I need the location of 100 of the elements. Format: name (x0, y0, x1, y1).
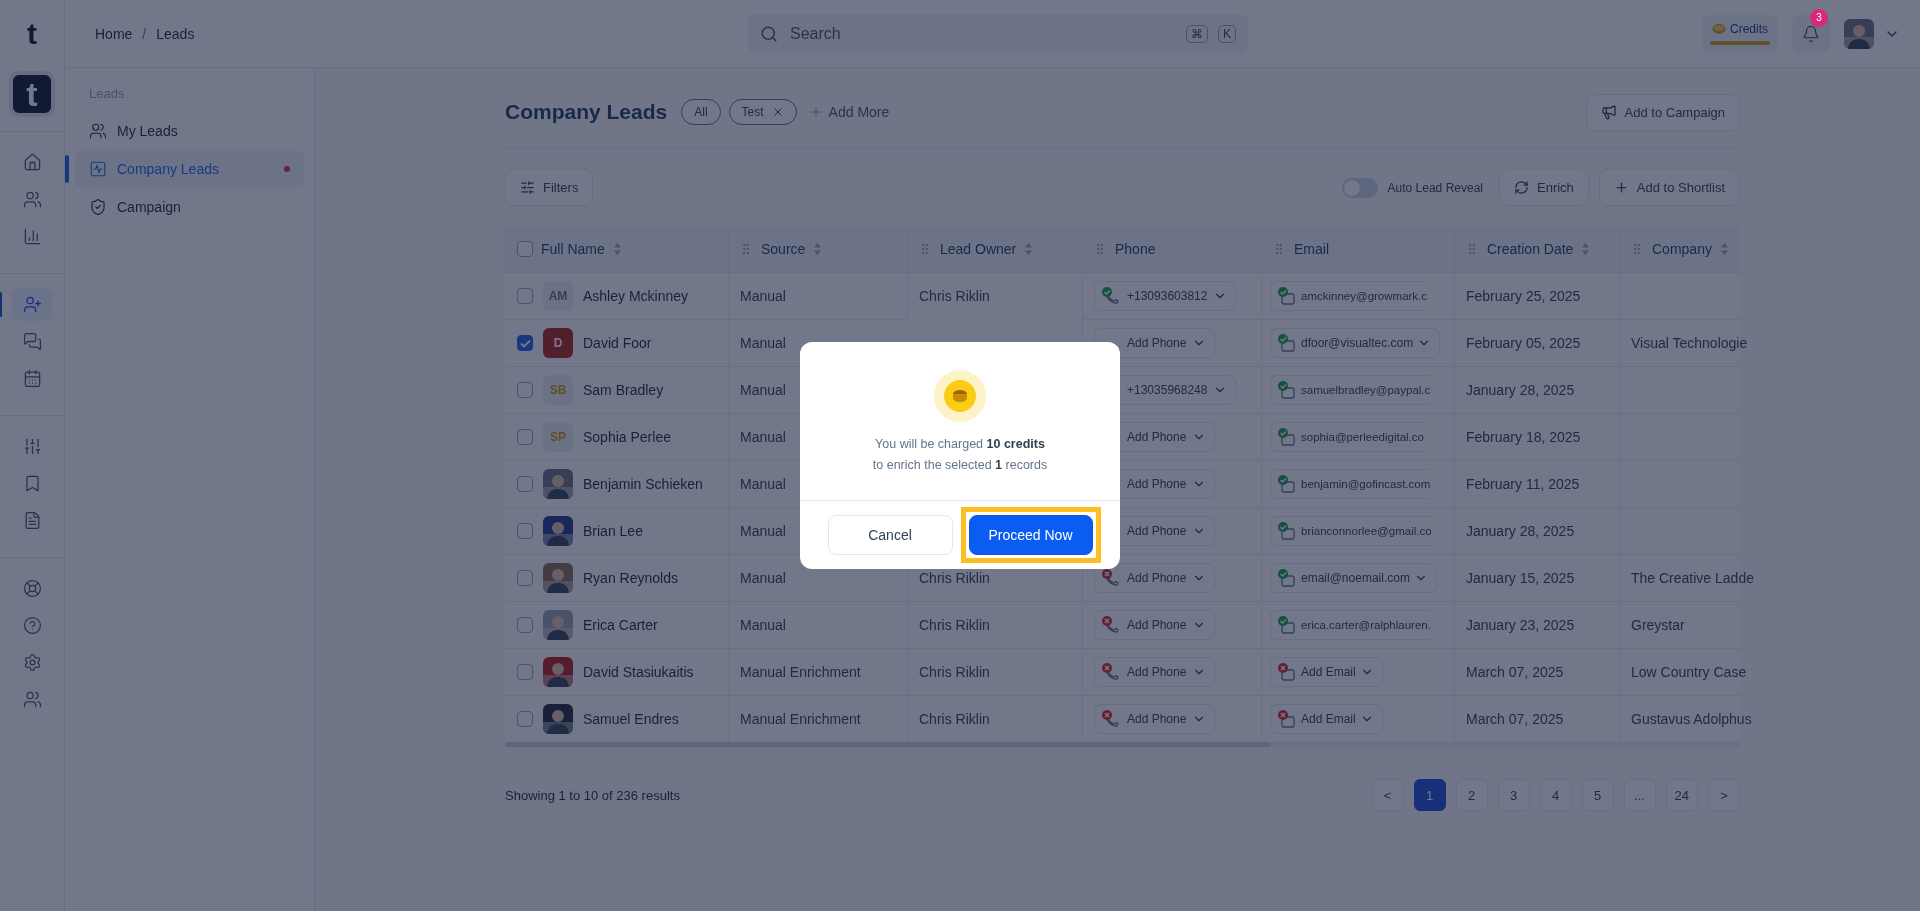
filter-chip[interactable]: All (681, 99, 721, 125)
page-button[interactable]: 4 (1539, 779, 1572, 811)
checkbox[interactable] (517, 241, 533, 257)
phone-dropdown[interactable]: Add Phone (1094, 563, 1216, 593)
avatar-initials: SB (543, 375, 573, 405)
email-dropdown[interactable]: Add Email (1270, 657, 1383, 687)
table-cell: Manual (740, 335, 786, 351)
table-cell: Manual (740, 476, 786, 492)
add-more-button[interactable]: Add More (804, 104, 894, 120)
workspace-logo[interactable]: t (9, 71, 55, 117)
email-dropdown[interactable]: brianconnorlee@gmail.co (1270, 516, 1432, 546)
phone-dropdown[interactable]: Add Phone (1094, 328, 1216, 358)
proceed-button[interactable]: Proceed Now (968, 515, 1093, 555)
bell-icon (1802, 24, 1820, 43)
table-cell: Chris Riklin (919, 711, 990, 727)
table-cell: Chris Riklin (919, 617, 990, 633)
credits-button[interactable]: Credits (1702, 14, 1778, 53)
lead-name: Brian Lee (583, 523, 643, 539)
lead-name: Sophia Perlee (583, 429, 671, 445)
email-dropdown[interactable]: sophia@perleedigital.co (1270, 422, 1424, 452)
column-title: Phone (1115, 241, 1156, 257)
sliders-icon (520, 180, 535, 195)
lead-name: Ashley Mckinney (583, 288, 689, 304)
table-cell: January 15, 2025 (1466, 570, 1575, 586)
enrich-button[interactable]: Enrich (1499, 169, 1589, 206)
filters-button[interactable]: Filters (505, 169, 594, 206)
add-to-campaign-button[interactable]: Add to Campaign (1585, 93, 1740, 131)
email-dropdown[interactable]: erica.carter@ralphlauren. (1270, 610, 1431, 640)
plus-icon (1613, 180, 1629, 195)
lead-name: Benjamin Schieken (583, 476, 703, 492)
checkbox[interactable] (517, 476, 533, 492)
breadcrumb-link[interactable]: Leads (156, 25, 195, 42)
cancel-button[interactable]: Cancel (827, 515, 953, 555)
breadcrumb-link[interactable]: Home (95, 25, 133, 42)
lead-name: Ryan Reynolds (583, 570, 678, 586)
phone-dropdown[interactable]: Add Phone (1094, 657, 1216, 687)
table-cell: Greystar (1631, 617, 1685, 633)
lead-name: David Stasiukaitis (583, 664, 694, 680)
table-cell: Manual (740, 382, 786, 398)
email-dropdown[interactable]: amckinney@growmark.c (1270, 281, 1428, 311)
page-button[interactable]: 1 (1413, 779, 1446, 811)
checkbox[interactable] (517, 335, 533, 351)
table-cell: Manual (740, 429, 786, 445)
table-cell: January 28, 2025 (1466, 382, 1575, 398)
table-cell: The Creative Ladde (1631, 570, 1754, 586)
phone-dropdown[interactable]: +13093603812 (1094, 281, 1237, 311)
table-cell: Gustavus Adolphus (1631, 711, 1752, 727)
previous-page-button[interactable]: < (1371, 779, 1404, 811)
column-title: Creation Date (1487, 241, 1574, 257)
page-button[interactable]: 5 (1581, 779, 1614, 811)
email-dropdown[interactable]: Add Email (1270, 704, 1383, 734)
table-cell: Manual Enrichment (740, 711, 861, 727)
checkbox[interactable] (517, 617, 533, 633)
email-dropdown[interactable]: benjamin@gofincast.com (1270, 469, 1431, 499)
page-button[interactable]: 24 (1665, 779, 1698, 811)
checkbox[interactable] (517, 523, 533, 539)
email-dropdown[interactable]: samuelbradley@paypal.c (1270, 375, 1431, 405)
sort-icon[interactable] (1581, 242, 1591, 256)
sidebar-item[interactable]: Campaign (75, 189, 304, 225)
avatar-initials: D (543, 328, 573, 358)
email-dropdown[interactable]: email@noemail.com (1270, 563, 1437, 593)
page-button[interactable]: ... (1623, 779, 1656, 811)
table-cell: Manual (740, 523, 786, 539)
coin-icon (934, 370, 986, 422)
sort-icon[interactable] (1719, 242, 1729, 256)
megaphone-icon (1600, 104, 1617, 120)
page-title: Company Leads (505, 100, 668, 124)
filter-chip[interactable]: Test (728, 99, 797, 125)
add-to-shortlist-button[interactable]: Add to Shortlist (1598, 169, 1740, 206)
sidebar-item[interactable]: My Leads (75, 113, 304, 149)
email-dropdown[interactable]: dfoor@visualtec.com (1270, 328, 1441, 358)
breadcrumb-separator: / (142, 25, 147, 42)
checkbox[interactable] (517, 570, 533, 586)
search-icon (760, 24, 778, 43)
shortcut-key: K (1218, 24, 1236, 43)
page-button[interactable]: 2 (1455, 779, 1488, 811)
app-logo[interactable]: t (27, 0, 37, 68)
table-cell: Chris Riklin (919, 664, 990, 680)
column-title: Source (761, 241, 806, 257)
page-button[interactable]: 3 (1497, 779, 1530, 811)
next-page-button[interactable]: > (1708, 779, 1740, 811)
lead-name: Erica Carter (583, 617, 658, 633)
phone-dropdown[interactable]: Add Phone (1094, 610, 1216, 640)
checkbox[interactable] (517, 711, 533, 727)
search-bar[interactable]: Search ⌘ K (748, 14, 1248, 53)
user-plus-icon[interactable] (12, 288, 52, 321)
sort-icon[interactable] (813, 242, 823, 256)
checkbox[interactable] (517, 288, 533, 304)
search-field[interactable]: Search (788, 23, 1176, 44)
sort-icon[interactable] (612, 242, 622, 256)
sidebar-item[interactable]: Company Leads (75, 151, 304, 187)
phone-dropdown[interactable]: Add Phone (1094, 704, 1216, 734)
column-title: Full Name (541, 241, 605, 257)
chart-icon (89, 160, 107, 178)
checkbox[interactable] (517, 429, 533, 445)
checkbox[interactable] (517, 382, 533, 398)
checkbox[interactable] (517, 664, 533, 680)
sort-icon[interactable] (1024, 242, 1034, 256)
table-cell: Manual (740, 617, 786, 633)
refresh-icon (1514, 180, 1529, 195)
